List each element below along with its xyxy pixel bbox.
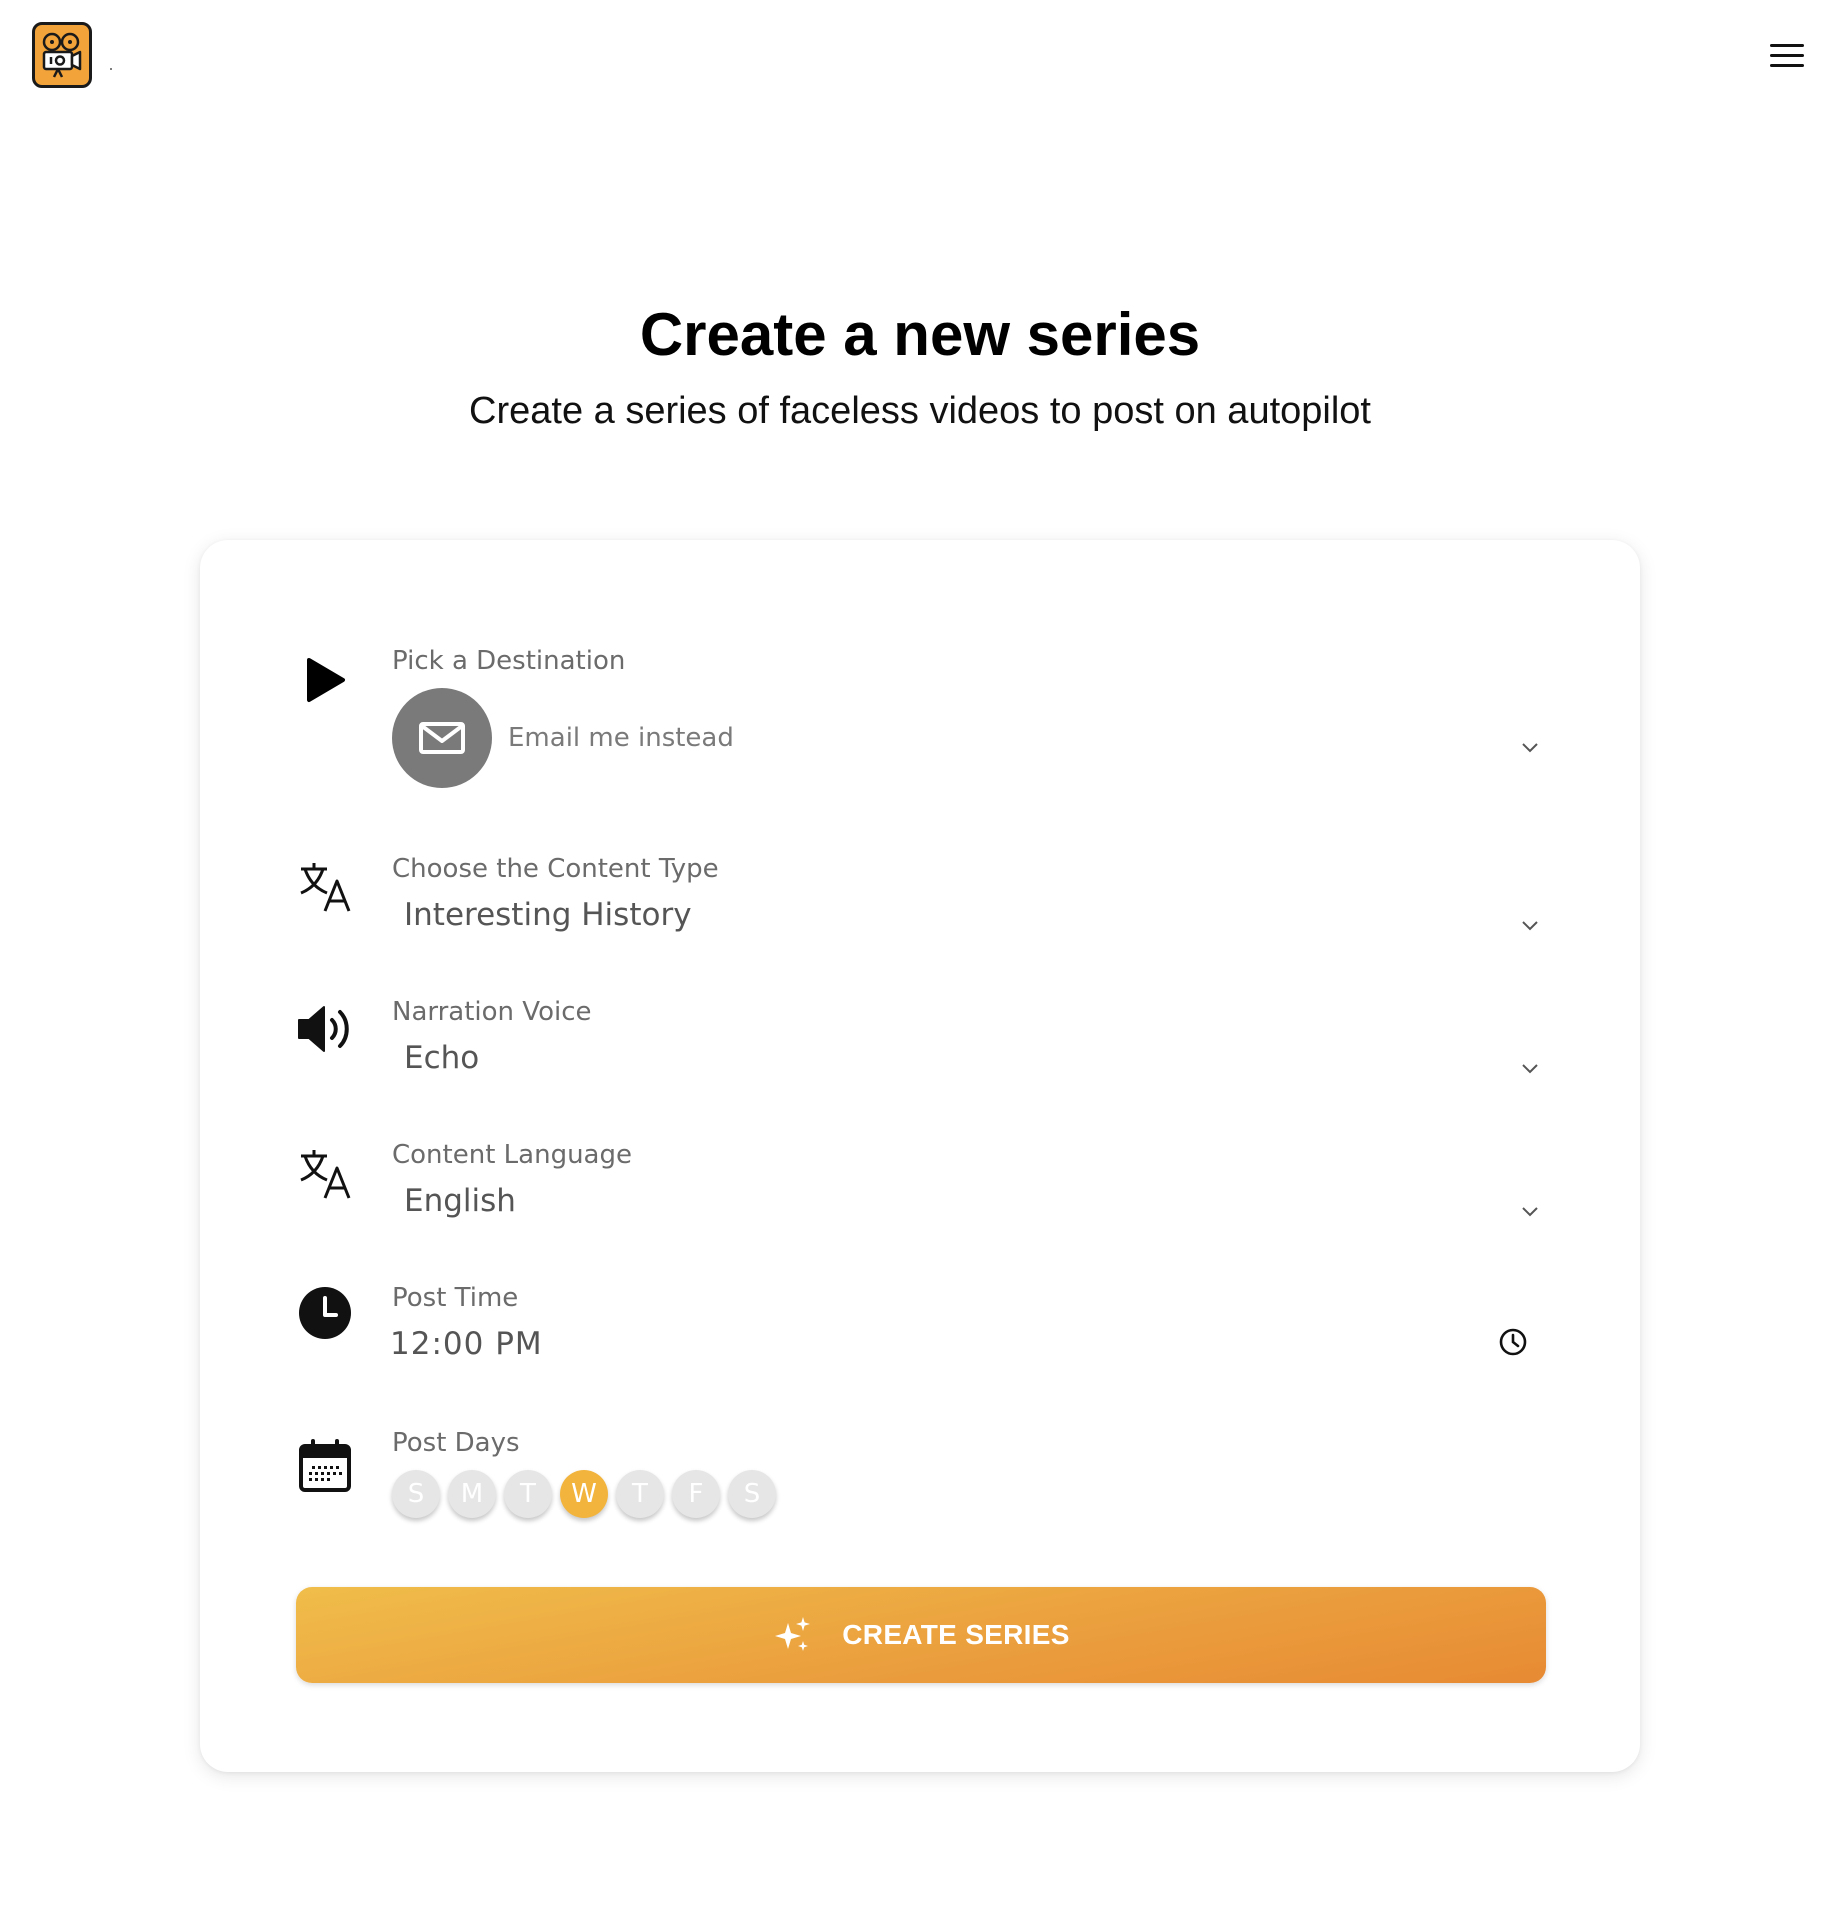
day-toggle-sunday[interactable]: S [392, 1470, 440, 1518]
post-time-label: Post Time [392, 1283, 519, 1313]
chevron-down-icon[interactable] [1518, 1199, 1542, 1223]
post-days-label: Post Days [392, 1428, 520, 1458]
content-type-value: Interesting History [404, 897, 692, 933]
speaker-icon [296, 1000, 354, 1058]
calendar-icon [296, 1437, 354, 1495]
day-toggle-thursday[interactable]: T [616, 1470, 664, 1518]
chevron-down-icon[interactable] [1518, 735, 1542, 759]
chevron-down-icon[interactable] [1518, 913, 1542, 937]
clock-icon [296, 1284, 354, 1342]
movie-camera-logo-icon[interactable] [32, 22, 92, 88]
create-series-label: CREATE SERIES [842, 1619, 1070, 1650]
email-icon [392, 688, 492, 788]
content-language-value: English [404, 1183, 516, 1219]
content-language-select[interactable] [392, 1176, 1552, 1232]
create-series-card: Pick a Destination Email me instead Choo… [200, 540, 1640, 1772]
hamburger-menu-icon[interactable] [1768, 40, 1808, 70]
destination-value: Email me instead [508, 723, 734, 753]
content-type-label: Choose the Content Type [392, 854, 719, 884]
day-toggle-tuesday[interactable]: T [504, 1470, 552, 1518]
play-icon [296, 651, 354, 709]
narration-voice-label: Narration Voice [392, 997, 592, 1027]
day-toggle-friday[interactable]: F [672, 1470, 720, 1518]
page-title: Create a new series [639, 301, 1201, 368]
narration-voice-value: Echo [404, 1040, 480, 1076]
create-series-button[interactable]: CREATE SERIES [296, 1587, 1546, 1683]
translate-icon [296, 858, 354, 916]
post-time-input[interactable]: 12:00 PM [390, 1326, 543, 1362]
day-toggle-monday[interactable]: M [448, 1470, 496, 1518]
day-toggle-wednesday[interactable]: W [560, 1470, 608, 1518]
chevron-down-icon[interactable] [1518, 1056, 1542, 1080]
page-subtitle: Create a series of faceless videos to po… [469, 390, 1371, 432]
narration-voice-select[interactable] [392, 1033, 1552, 1089]
time-picker-clock-icon[interactable] [1498, 1327, 1528, 1357]
day-toggle-saturday[interactable]: S [728, 1470, 776, 1518]
sparkles-icon [775, 1617, 811, 1651]
destination-label: Pick a Destination [392, 646, 626, 676]
post-days-selector: S M T W T F S [392, 1470, 812, 1522]
translate-icon [296, 1145, 354, 1203]
logo-separator-dot [110, 68, 112, 70]
top-bar [0, 0, 1840, 150]
content-language-label: Content Language [392, 1140, 632, 1170]
